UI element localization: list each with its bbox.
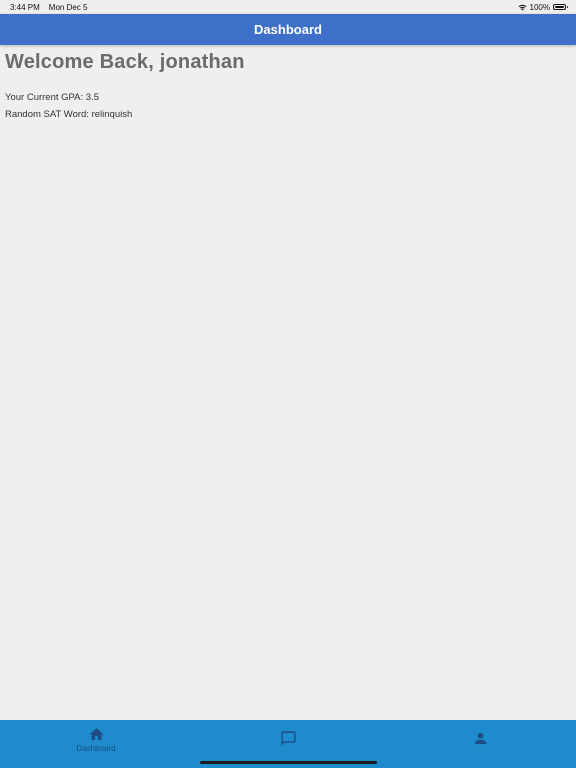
nav-item-chat[interactable] [248, 726, 328, 747]
status-left: 3:44 PM Mon Dec 5 [10, 3, 87, 12]
nav-item-dashboard[interactable]: Dashboard [56, 726, 136, 753]
status-right: 100% [517, 2, 568, 12]
status-date: Mon Dec 5 [48, 2, 88, 12]
main-content: Welcome Back, jonathan Your Current GPA:… [5, 48, 571, 120]
status-time: 3:44 PM [10, 2, 40, 12]
home-indicator [200, 761, 377, 764]
battery-fill [555, 6, 564, 8]
wifi-icon [517, 4, 527, 10]
page-title: Dashboard [254, 22, 322, 37]
app-bar: Dashboard [0, 14, 576, 45]
welcome-heading: Welcome Back, jonathan [5, 51, 245, 73]
sat-word-text: Random SAT Word: relinquish [5, 109, 133, 120]
battery-percent: 100% [529, 2, 550, 12]
nav-label-dashboard: Dashboard [76, 744, 116, 753]
bottom-nav: Dashboard [0, 720, 576, 768]
status-bar: 3:44 PM Mon Dec 5 100% [0, 0, 576, 14]
nav-item-profile[interactable] [440, 726, 520, 747]
home-icon [88, 728, 104, 741]
gpa-text: Your Current GPA: 3.5 [5, 92, 99, 103]
person-icon [474, 732, 486, 745]
battery-icon [553, 4, 568, 10]
chat-icon [280, 731, 296, 746]
